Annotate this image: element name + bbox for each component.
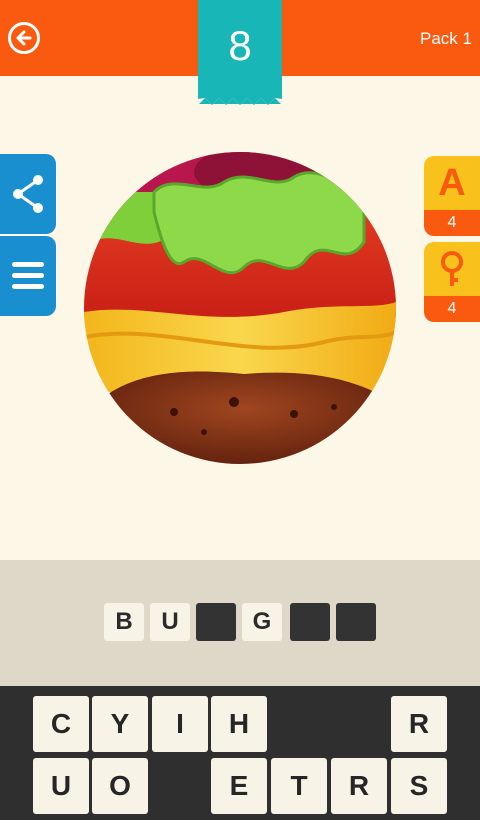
answer-slot[interactable]: G <box>242 603 282 641</box>
banner-zigzag <box>198 95 282 105</box>
letter-key[interactable]: E <box>211 758 267 814</box>
answer-slot-empty[interactable] <box>196 603 236 641</box>
menu-icon <box>12 262 44 289</box>
remove-letters-hint-button[interactable]: 4 <box>424 242 480 322</box>
back-button[interactable] <box>8 22 40 54</box>
hint-letter-count: 4 <box>424 210 480 236</box>
letter-key[interactable]: Y <box>92 696 148 752</box>
letter-key[interactable]: T <box>271 758 327 814</box>
reveal-letter-hint-button[interactable]: A 4 <box>424 156 480 236</box>
letter-key[interactable]: S <box>391 758 447 814</box>
letter-key[interactable]: C <box>33 696 89 752</box>
letter-keyboard: C Y I H R U O E T R S <box>0 686 480 820</box>
hint-magnifier-count: 4 <box>424 296 480 322</box>
share-button[interactable] <box>0 154 56 234</box>
answer-slot-empty[interactable] <box>336 603 376 641</box>
answer-slot[interactable]: B <box>104 603 144 641</box>
back-arrow-icon <box>16 30 32 46</box>
hint-letter-area: A <box>424 156 480 210</box>
hint-letter-icon: A <box>438 162 466 204</box>
share-icon <box>13 175 43 213</box>
letter-key[interactable]: H <box>211 696 267 752</box>
letter-key[interactable]: O <box>92 758 148 814</box>
pack-label: Pack 1 <box>420 29 472 48</box>
answer-slot-empty[interactable] <box>290 603 330 641</box>
puzzle-photo <box>84 152 396 464</box>
letter-key[interactable]: I <box>152 696 208 752</box>
answer-slot[interactable]: U <box>150 603 190 641</box>
answer-panel: B U G <box>0 560 480 686</box>
letter-key[interactable]: U <box>33 758 89 814</box>
level-banner: 8 <box>198 0 282 105</box>
level-number: 8 <box>228 22 252 69</box>
letter-key[interactable]: R <box>391 696 447 752</box>
letter-key[interactable]: R <box>331 758 387 814</box>
hint-magnifier-area <box>424 242 480 296</box>
magnifier-icon <box>441 251 463 286</box>
menu-button[interactable] <box>0 236 56 316</box>
